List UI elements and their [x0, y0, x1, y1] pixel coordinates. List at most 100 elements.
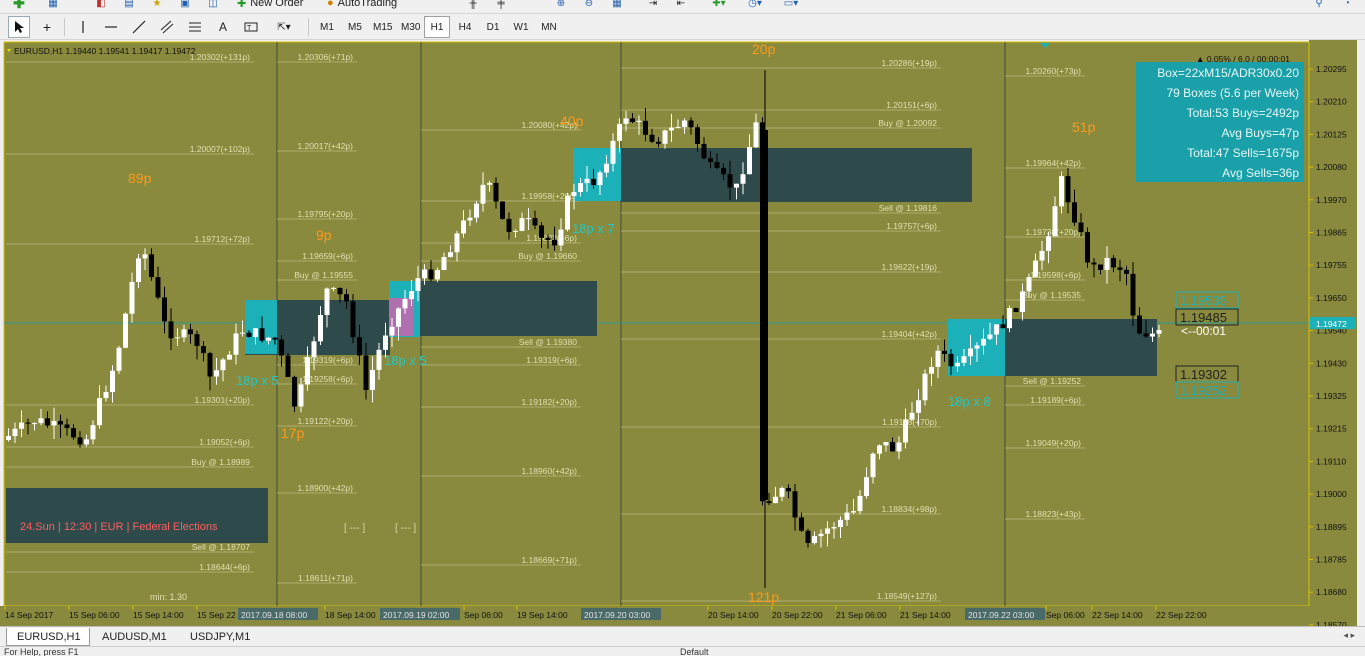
timeframe-m30-button[interactable]: M30: [396, 16, 425, 38]
candle-body: [799, 517, 804, 531]
candle-body: [12, 428, 18, 437]
zoom-out-icon[interactable]: ⊖: [578, 0, 600, 13]
new-order-button[interactable]: ✚ New Order: [236, 0, 318, 13]
tab-scroll-arrows[interactable]: ◂ ▸: [1343, 630, 1355, 641]
level-label: 1.18611(+71p): [298, 573, 353, 583]
equidistant-channel-icon[interactable]: [156, 16, 178, 38]
candle-body: [961, 356, 967, 363]
candle-body: [929, 366, 934, 374]
indicators-icon[interactable]: ✚▾: [704, 0, 734, 13]
candle-body: [1085, 232, 1090, 263]
candle-body: [1059, 176, 1064, 207]
market-watch-icon[interactable]: ◧: [90, 0, 112, 13]
candle-body: [175, 337, 180, 339]
stats-line: Total:47 Sells=1675p: [1187, 146, 1299, 160]
price-axis-label: 1.18895: [1316, 522, 1347, 532]
news-event-text: 24.Sun | 12:30 | EUR | Federal Elections: [20, 521, 218, 533]
candle-body: [916, 400, 921, 413]
text-icon[interactable]: A: [212, 16, 234, 38]
candle-body: [116, 347, 122, 371]
price-chart[interactable]: 1.20302(+131p) 1.20007(+102p) 1.19712(+72p…: [0, 40, 1365, 626]
cursor-icon[interactable]: [8, 16, 30, 38]
new-chart-icon[interactable]: ✚: [6, 0, 32, 13]
candle-body: [1117, 267, 1123, 270]
navigator-icon[interactable]: ★: [146, 0, 168, 13]
chart-window[interactable]: 1.20302(+131p) 1.20007(+102p) 1.19712(+72p…: [0, 40, 1365, 626]
candle-body: [695, 127, 700, 144]
terminal-icon[interactable]: ▣: [174, 0, 196, 13]
candle-body: [578, 183, 583, 192]
candle-body: [513, 230, 518, 232]
candle-body: [786, 488, 791, 492]
price-axis-label: 1.18785: [1316, 555, 1347, 565]
timeframe-d1-button[interactable]: D1: [480, 16, 506, 38]
candle-body: [1130, 273, 1136, 316]
price-axis-label: 1.18680: [1316, 587, 1347, 597]
vertical-line-icon[interactable]: [72, 16, 94, 38]
timeframe-m5-button[interactable]: M5: [342, 16, 368, 38]
tester-icon[interactable]: ◫: [202, 0, 224, 13]
auto-trading-button[interactable]: ● AutoTrading: [326, 0, 446, 13]
time-axis-label: 22 Sep 14:00: [1092, 610, 1143, 620]
tile-windows-icon[interactable]: ▦: [606, 0, 628, 13]
candle-body: [467, 217, 473, 221]
timeframe-w1-button[interactable]: W1: [508, 16, 534, 38]
candle-body: [253, 328, 258, 337]
fibonacci-icon[interactable]: [184, 16, 206, 38]
candle-body: [32, 423, 37, 425]
timeframe-h1-button[interactable]: H1: [424, 16, 450, 38]
candle-body: [851, 511, 856, 513]
candle-body: [493, 182, 499, 202]
level-label: 1.19712(+72p): [194, 234, 250, 244]
bar-chart-icon[interactable]: ╫: [462, 0, 484, 13]
candle-body: [1091, 262, 1097, 265]
candle-body: [727, 174, 733, 188]
text-label-icon[interactable]: T: [240, 16, 262, 38]
arrows-dropdown-icon[interactable]: ⇱▾: [268, 16, 300, 38]
price-axis-label: 1.19215: [1316, 424, 1347, 434]
candle-body: [506, 218, 512, 232]
search-icon[interactable]: ⚲: [1308, 0, 1330, 13]
candle-body: [162, 297, 167, 322]
timeframe-m1-button[interactable]: M1: [314, 16, 340, 38]
templates-icon[interactable]: ▭▾: [776, 0, 806, 13]
zoom-in-icon[interactable]: ⊕: [550, 0, 572, 13]
chart-shift-icon[interactable]: ⇤: [670, 0, 692, 13]
candlestick-icon[interactable]: ╪: [490, 0, 512, 13]
candle-body: [552, 239, 557, 246]
candle-body: [285, 355, 291, 377]
candle-body: [649, 134, 655, 142]
candle-body: [558, 229, 564, 246]
candle-body: [220, 359, 226, 371]
candle-body: [344, 294, 349, 302]
candle-body: [474, 203, 479, 218]
chart-tab[interactable]: EURUSD,H1: [6, 628, 90, 646]
crosshair-icon[interactable]: +: [36, 16, 58, 38]
level-label: Buy @ 1.18989: [191, 457, 250, 467]
data-window-icon[interactable]: ▤: [118, 0, 140, 13]
candle-body: [877, 445, 882, 454]
timeframe-m15-button[interactable]: M15: [368, 16, 397, 38]
autoscroll-icon[interactable]: ⇥: [642, 0, 664, 13]
box-multiplier-label: 18p x 5: [236, 373, 279, 388]
profiles-icon[interactable]: ▦: [40, 0, 66, 13]
chat-icon[interactable]: ◔: [1336, 0, 1358, 13]
chart-tab[interactable]: AUDUSD,M1: [92, 628, 178, 646]
chart-tab[interactable]: USDJPY,M1: [180, 628, 264, 646]
trendline-icon[interactable]: [128, 16, 150, 38]
candle-body: [968, 348, 973, 357]
periods-icon[interactable]: ◷▾: [740, 0, 770, 13]
timeframe-h4-button[interactable]: H4: [452, 16, 478, 38]
candle-body: [766, 501, 772, 504]
timeframe-mn-button[interactable]: MN: [536, 16, 562, 38]
horizontal-line-icon[interactable]: [100, 16, 122, 38]
candle-body: [337, 287, 343, 295]
pip-label: 121p: [748, 589, 779, 605]
candle-body: [532, 218, 538, 226]
level-label: 1.19795(+20p): [297, 209, 353, 219]
price-axis-label: 1.20080: [1316, 162, 1347, 172]
level-label: 1.19404(+42p): [881, 329, 937, 339]
candle-body: [259, 328, 265, 341]
news-panel[interactable]: [6, 488, 268, 543]
time-axis-label: 19 Sep 14:00: [517, 610, 568, 620]
